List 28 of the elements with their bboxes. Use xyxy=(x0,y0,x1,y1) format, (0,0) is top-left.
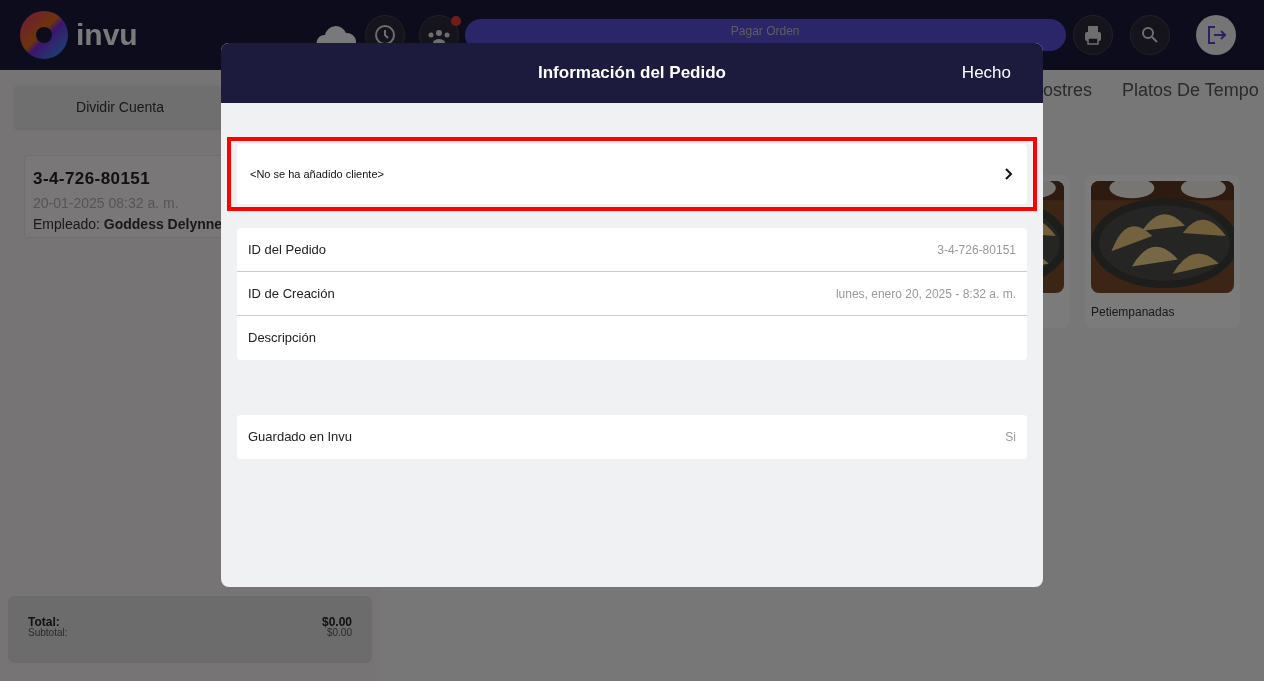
total-value: $0.00 xyxy=(321,616,352,628)
subtotal-label: Subtotal: xyxy=(28,628,68,638)
employee-name: Empleado: Goddess Delynne xyxy=(33,214,223,234)
customer-row[interactable]: <No se ha añadido cliente> xyxy=(237,144,1027,204)
info-label: Guardado en Invu xyxy=(248,428,353,447)
search-button[interactable] xyxy=(1129,15,1170,55)
order-number: 3-4-726-80151 xyxy=(33,168,151,190)
logo-icon xyxy=(20,11,68,59)
info-value: 3-4-726-80151 xyxy=(937,241,1016,259)
search-icon xyxy=(1140,26,1159,44)
product-card[interactable]: Petiempanadas xyxy=(1085,175,1240,328)
info-label: ID de Creación xyxy=(248,284,335,303)
dialog-title: Información del Pedido xyxy=(538,62,726,85)
info-label: Descripción xyxy=(248,329,316,348)
logo-text: invu xyxy=(76,20,138,50)
total-label: Total: xyxy=(28,616,60,628)
done-button[interactable]: Hecho xyxy=(961,60,1011,86)
info-label: ID del Pedido xyxy=(248,240,327,259)
logout-button[interactable] xyxy=(1195,15,1236,55)
product-name: Petiempanadas xyxy=(1091,304,1176,321)
category-tab[interactable]: Platos De Tempo xyxy=(1122,80,1259,100)
chevron-right-icon xyxy=(1004,167,1014,181)
info-value: lunes, enero 20, 2025 - 8:32 a. m. xyxy=(835,285,1016,303)
category-tab[interactable]: ostres xyxy=(1043,80,1093,100)
subtotal-value: $0.00 xyxy=(326,628,352,638)
print-button[interactable] xyxy=(1072,15,1113,55)
info-value: Si xyxy=(1005,429,1016,446)
clock-icon xyxy=(373,24,396,46)
